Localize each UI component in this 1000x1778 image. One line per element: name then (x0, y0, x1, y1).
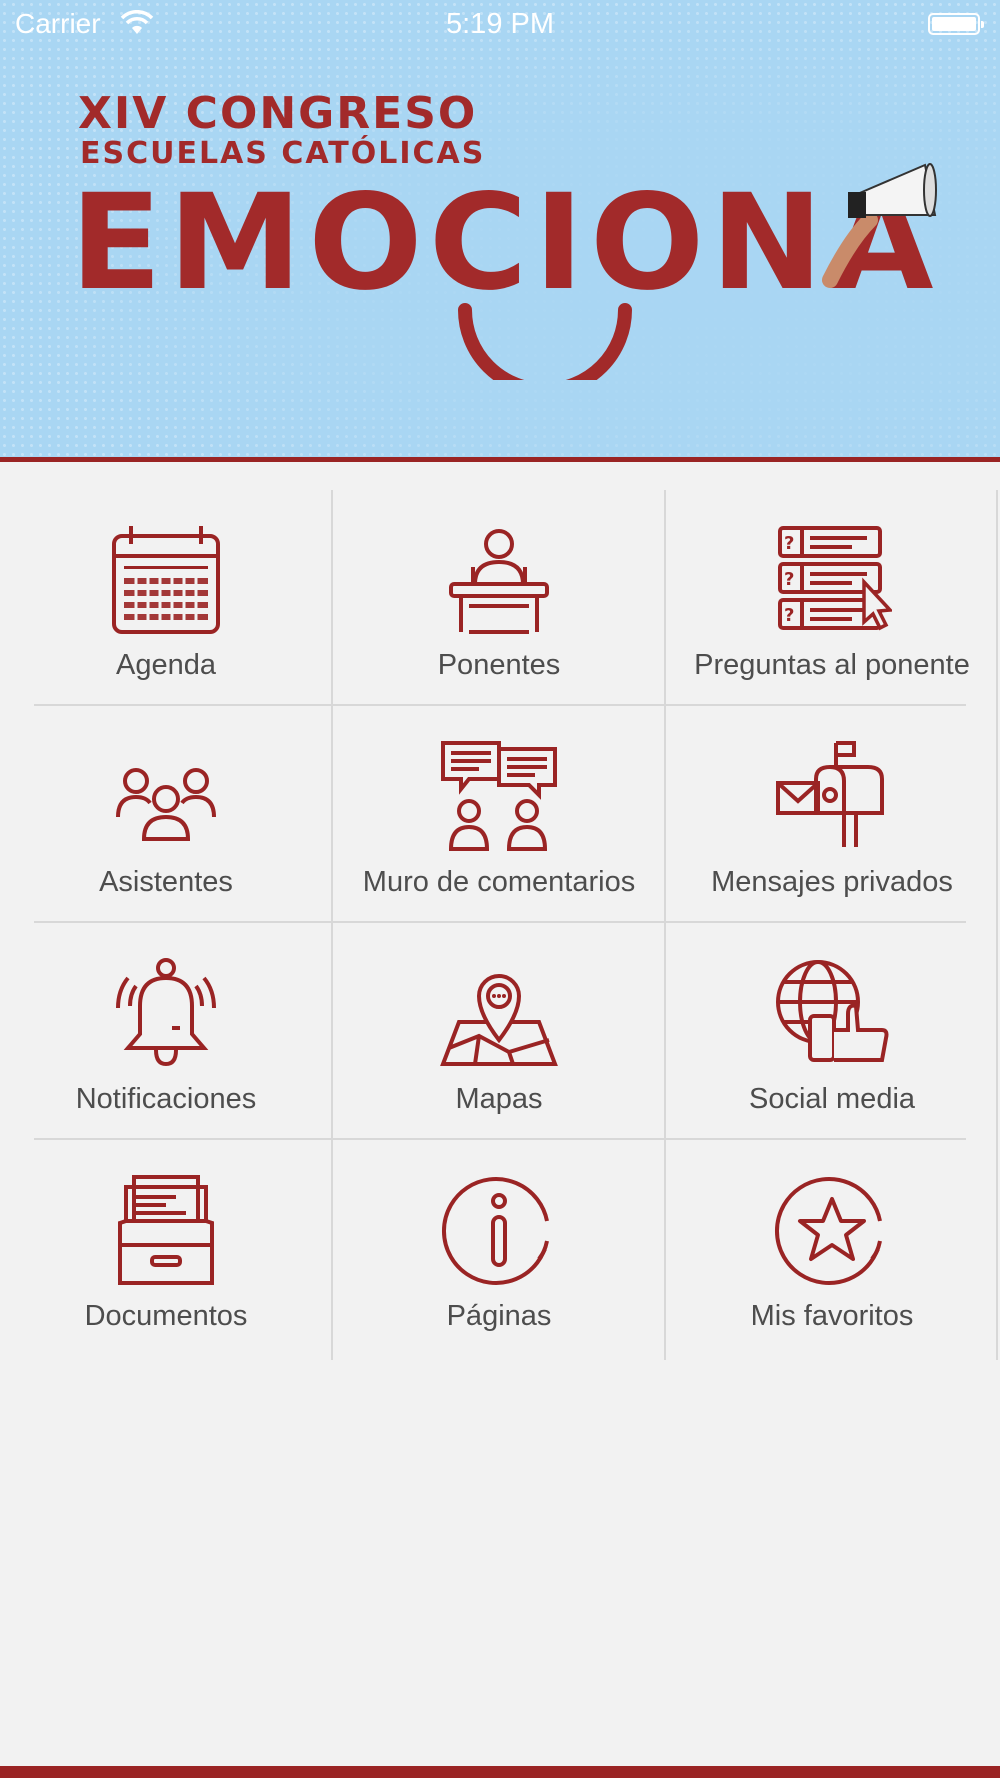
attendees-icon (116, 768, 216, 841)
menu-item-notificaciones[interactable]: Notificaciones (0, 924, 332, 1140)
calendar-icon (112, 526, 220, 634)
menu-item-mensajes[interactable]: Mensajes privados (666, 707, 998, 923)
battery-icon (928, 13, 984, 35)
header-banner: Carrier 5:19 PM XIV CONGRESO ESCUELAS CA… (0, 0, 1000, 462)
bell-icon (116, 958, 216, 1067)
menu-item-label: Notificaciones (75, 1083, 257, 1115)
menu-item-asistentes[interactable]: Asistentes (0, 707, 332, 923)
menu-item-label: Asistentes (99, 866, 233, 898)
menu-item-documentos[interactable]: Documentos (0, 1141, 332, 1357)
menu-item-label: Muro de comentarios (362, 866, 636, 898)
star-icon (774, 1177, 882, 1285)
clock: 5:19 PM (446, 8, 554, 40)
bottom-bar (0, 1766, 1000, 1778)
logo-line-1: XIV CONGRESO (78, 88, 478, 139)
megaphone-icon (822, 163, 937, 288)
menu-item-muro[interactable]: Muro de comentarios (333, 707, 665, 923)
info-icon (441, 1177, 549, 1285)
file-drawer-icon (118, 1175, 214, 1285)
menu-item-label: Preguntas al ponente (694, 649, 970, 681)
questions-list-icon: ??? (778, 526, 892, 631)
menu-item-label: Agenda (116, 649, 216, 681)
svg-text:?: ? (784, 569, 794, 590)
menu-item-label: Mis favoritos (750, 1300, 914, 1332)
menu-item-social[interactable]: Social media (666, 924, 998, 1140)
social-globe-like-icon (776, 960, 889, 1062)
menu-item-label: Mensajes privados (711, 866, 953, 898)
map-pin-icon (440, 974, 558, 1066)
svg-text:?: ? (784, 605, 794, 626)
speaker-podium-icon (449, 529, 549, 634)
mailbox-icon (776, 741, 884, 847)
menu-item-ponentes[interactable]: Ponentes (333, 490, 665, 706)
comments-wall-icon (441, 741, 557, 851)
menu-item-label: Ponentes (437, 649, 561, 681)
menu-item-label: Social media (748, 1083, 916, 1115)
svg-text:?: ? (784, 533, 794, 554)
menu-item-agenda[interactable]: Agenda (0, 490, 332, 706)
menu-item-paginas[interactable]: Páginas (333, 1141, 665, 1357)
smile-icon (458, 303, 632, 380)
menu-item-label: Páginas (446, 1300, 552, 1332)
menu-item-label: Mapas (455, 1083, 543, 1115)
menu-item-label: Documentos (84, 1300, 248, 1332)
menu-item-mapas[interactable]: Mapas (333, 924, 665, 1140)
status-bar: Carrier 5:19 PM (0, 0, 1000, 50)
menu-item-preguntas[interactable]: ??? Preguntas al ponente (666, 490, 998, 706)
menu-item-favoritos[interactable]: Mis favoritos (666, 1141, 998, 1357)
